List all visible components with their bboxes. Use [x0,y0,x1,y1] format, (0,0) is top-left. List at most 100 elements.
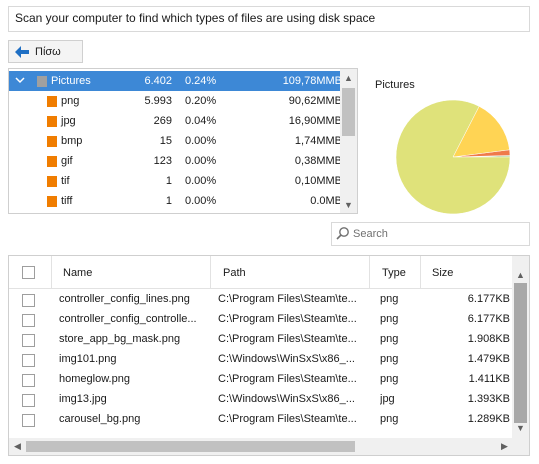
cell-name: homeglow.png [59,373,130,385]
type-color-icon [47,116,57,127]
tree-row[interactable]: gif 123 0.00% 0,38MMB [9,151,342,171]
type-color-icon [47,176,57,187]
search-icon [336,226,350,243]
tree-row[interactable]: png 5.993 0.20% 90,62MMB [9,91,342,111]
file-list-grid: Name Path Type Size controller_config_li… [8,255,530,456]
column-header-path[interactable]: Path [211,256,370,289]
cell-type: png [380,293,399,305]
tree-row-count: 5.993 [144,95,172,107]
type-color-icon [47,136,57,147]
table-row[interactable]: controller_config_lines.png C:\Program Fi… [9,290,513,310]
column-header-size[interactable]: Size [421,256,513,289]
type-color-icon [37,76,47,87]
cell-size: 1.393KB [467,393,510,405]
grid-horizontal-scrollbar[interactable]: ◀ ▶ [9,438,513,455]
tree-row-count: 123 [153,155,172,167]
collapse-chevron-icon[interactable] [15,75,25,85]
tree-row-name: jpg [61,115,76,127]
row-checkbox[interactable] [22,414,35,427]
tree-row-count: 1 [165,195,172,207]
tree-row-size: 1,74MMB [294,135,342,147]
tree-row[interactable]: Pictures 6.402 0.24% 109,78MMB [9,71,342,91]
search-box[interactable]: Search [331,222,530,246]
tree-row-count: 6.402 [144,75,172,87]
tree-row-size: 0,10MMB [294,175,342,187]
scan-description-box: Scan your computer to find which types o… [8,6,530,32]
pie-chart [395,99,511,215]
cell-path: C:\Windows\WinSxS\x86_... [218,393,355,405]
pie-chart-title: Pictures [375,79,415,91]
cell-path: C:\Program Files\Steam\te... [218,313,357,325]
tree-row-percent: 0.24% [185,75,217,87]
table-row[interactable]: store_app_bg_mask.png C:\Program Files\St… [9,330,513,350]
cell-name: img13.jpg [59,393,107,405]
select-all-cell [9,256,52,289]
cell-type: png [380,313,399,325]
grid-hscroll-thumb[interactable] [26,441,355,452]
tree-row-name: gif [61,155,73,167]
cell-type: png [380,353,399,365]
cell-size: 6.177KB [467,313,510,325]
cell-name: img101.png [59,353,117,365]
cell-size: 1.289KB [467,413,510,425]
tree-row-size: 90,62MMB [288,95,342,107]
column-header-name[interactable]: Name [52,256,211,289]
cell-size: 1.411KB [468,373,510,385]
cell-path: C:\Program Files\Steam\te... [218,293,357,305]
type-color-icon [47,156,57,167]
back-button[interactable]: Πίσω [8,40,83,63]
grid-scroll-down-icon[interactable]: ▼ [512,419,529,436]
table-row[interactable]: carousel_bg.png C:\Program Files\Steam\te… [9,410,513,430]
back-arrow-icon [15,45,29,58]
tree-row-percent: 0.00% [185,175,217,187]
cell-path: C:\Program Files\Steam\te... [218,413,357,425]
row-checkbox[interactable] [22,294,35,307]
cell-path: C:\Program Files\Steam\te... [218,333,357,345]
tree-row[interactable]: tif 1 0.00% 0,10MMB [9,171,342,191]
cell-type: png [380,373,399,385]
tree-row-size: 16,90MMB [288,115,342,127]
tree-row[interactable]: jpg 269 0.04% 16,90MMB [9,111,342,131]
table-row[interactable]: homeglow.png C:\Program Files\Steam\te...… [9,370,513,390]
tree-row[interactable]: bmp 15 0.00% 1,74MMB [9,131,342,151]
scroll-left-icon[interactable]: ◀ [9,438,26,455]
tree-row-percent: 0.00% [185,135,217,147]
cell-name: carousel_bg.png [59,413,141,425]
cell-type: png [380,333,399,345]
tree-scroll-thumb[interactable] [342,88,355,136]
type-color-icon [47,196,57,207]
file-type-tree: Pictures 6.402 0.24% 109,78MMB png 5.993 0.20%… [8,68,358,214]
row-checkbox[interactable] [22,314,35,327]
cell-name: controller_config_lines.png [59,293,190,305]
tree-vertical-scrollbar[interactable]: ▲ ▼ [340,69,357,213]
row-checkbox[interactable] [22,334,35,347]
tree-row-name: Pictures [51,75,91,87]
grid-scroll-up-icon[interactable]: ▲ [512,266,529,283]
grid-vertical-scrollbar[interactable]: ▲ ▼ [512,256,529,455]
tree-row[interactable]: tiff 1 0.00% 0.0MB [9,191,342,211]
table-row[interactable]: controller_config_controlle... C:\Program… [9,310,513,330]
select-all-checkbox[interactable] [22,266,35,279]
column-header-type[interactable]: Type [370,256,421,289]
grid-header: Name Path Type Size [9,256,513,289]
scroll-down-icon[interactable]: ▼ [340,196,357,213]
tree-row-count: 1 [165,175,172,187]
search-placeholder: Search [353,228,388,240]
scroll-right-icon[interactable]: ▶ [496,438,513,455]
table-row[interactable]: img101.png C:\Windows\WinSxS\x86_... png 1.… [9,350,513,370]
row-checkbox[interactable] [22,394,35,407]
row-checkbox[interactable] [22,354,35,367]
tree-row-count: 269 [153,115,172,127]
grid-scroll-thumb[interactable] [514,283,527,423]
cell-type: jpg [380,393,395,405]
tree-row-name: png [61,95,80,107]
tree-row-name: bmp [61,135,83,147]
tree-row-size: 109,78MMB [282,75,342,87]
row-checkbox[interactable] [22,374,35,387]
scroll-up-icon[interactable]: ▲ [340,69,357,86]
table-row[interactable]: img13.jpg C:\Windows\WinSxS\x86_... jpg 1.3… [9,390,513,410]
tree-row-size: 0,38MMB [294,155,342,167]
cell-size: 6.177KB [467,293,510,305]
tree-row-percent: 0.20% [185,95,217,107]
tree-row-percent: 0.04% [185,115,217,127]
